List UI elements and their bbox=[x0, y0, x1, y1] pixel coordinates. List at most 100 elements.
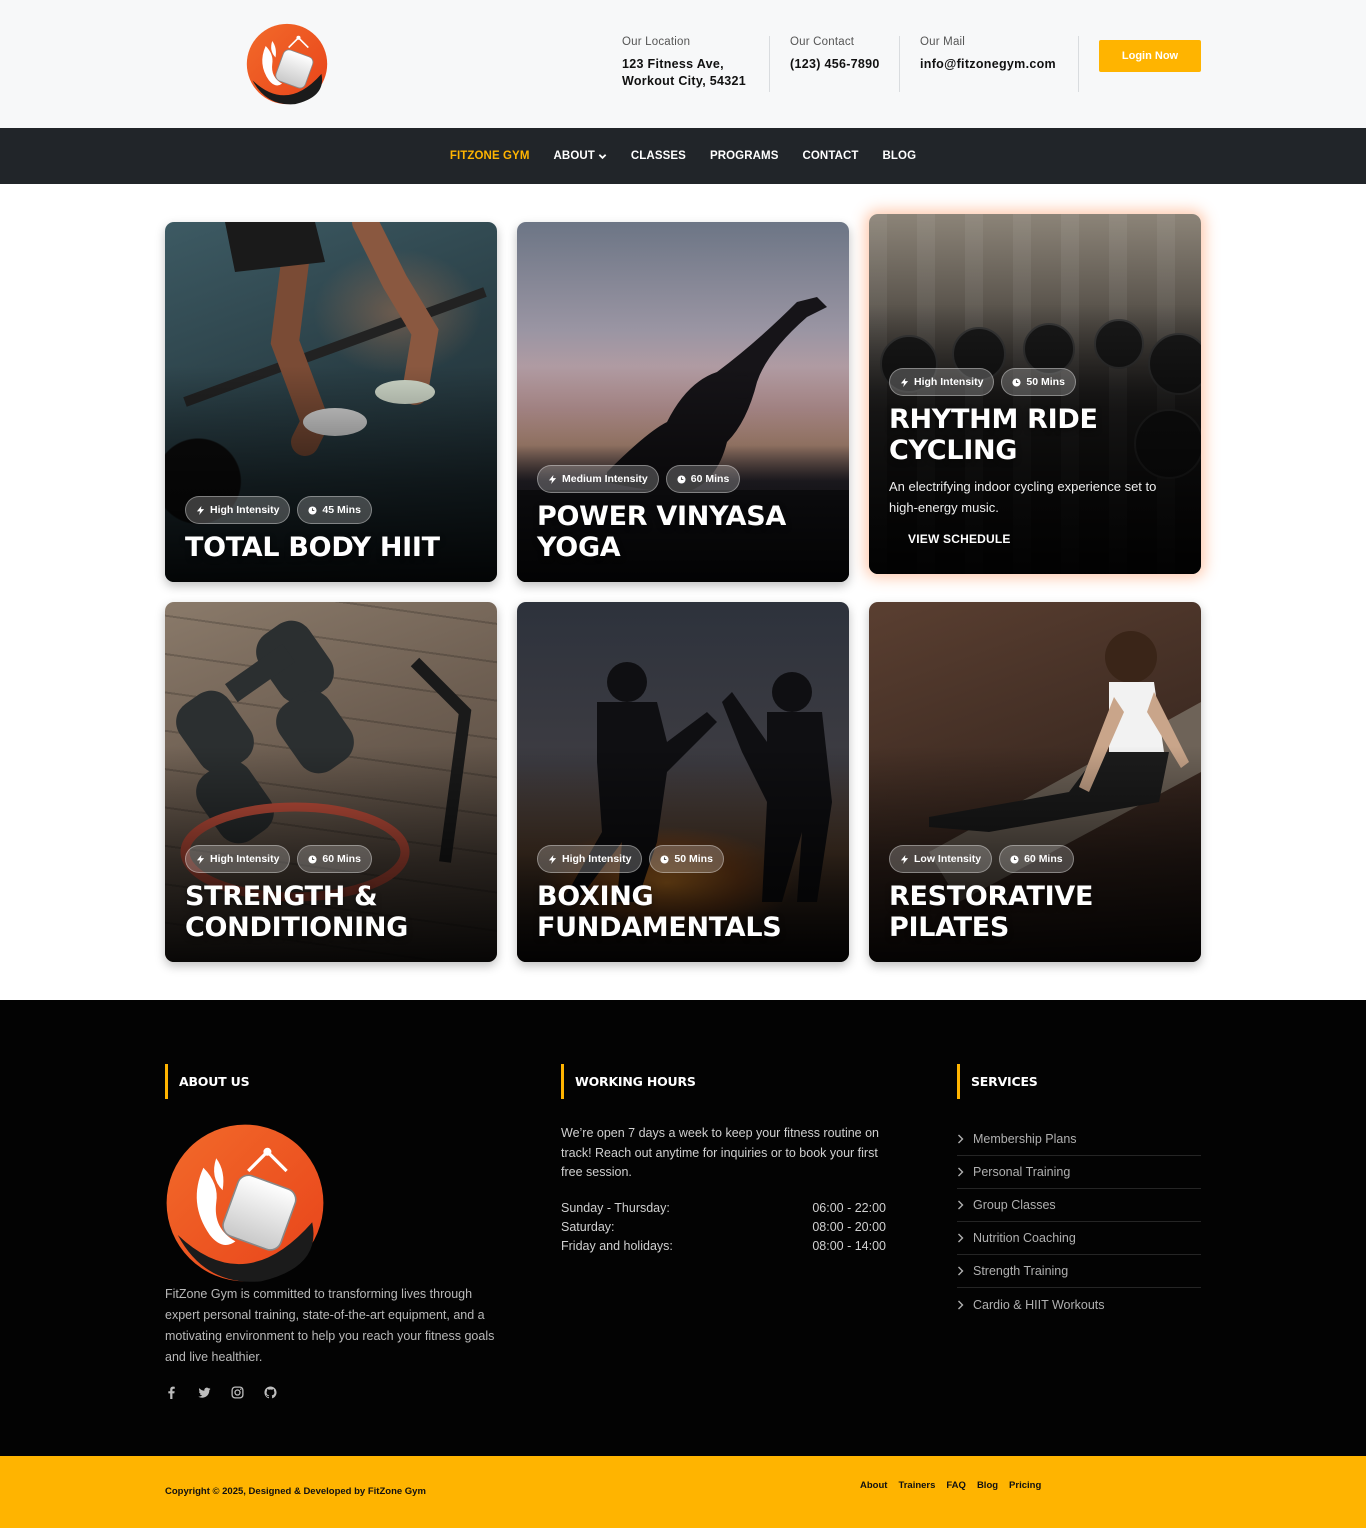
class-card-power-vinyasa-yoga[interactable]: Medium Intensity 60 Mins POWER VINYASA Y… bbox=[517, 222, 849, 582]
hours-row: Saturday: 08:00 - 20:00 bbox=[561, 1220, 886, 1234]
clock-icon bbox=[1010, 854, 1019, 864]
login-button[interactable]: Login Now bbox=[1099, 40, 1201, 72]
chevron-right-icon bbox=[958, 1200, 964, 1210]
service-label: Strength Training bbox=[973, 1264, 1069, 1278]
copyright-text: Copyright © 2025, Designed & Developed b… bbox=[165, 1486, 426, 1497]
service-link-membership-plans[interactable]: Membership Plans bbox=[957, 1123, 1201, 1156]
intensity-label: Medium Intensity bbox=[562, 473, 648, 485]
chevron-right-icon bbox=[958, 1266, 964, 1276]
card-tags: High Intensity 60 Mins bbox=[185, 845, 477, 873]
facebook-icon[interactable] bbox=[165, 1386, 178, 1399]
nav-item-about[interactable]: ABOUT bbox=[542, 150, 619, 162]
hours-time: 08:00 - 14:00 bbox=[812, 1239, 886, 1253]
about-us-text: FitZone Gym is committed to transforming… bbox=[165, 1287, 495, 1364]
duration-label: 60 Mins bbox=[1024, 853, 1063, 865]
nav-item-blog[interactable]: BLOG bbox=[871, 150, 929, 162]
mail-label: Our Mail bbox=[920, 36, 966, 48]
service-label: Group Classes bbox=[973, 1198, 1056, 1212]
chevron-right-icon bbox=[958, 1134, 964, 1144]
view-schedule-link[interactable]: VIEW SCHEDULE bbox=[908, 532, 1011, 546]
class-card-strength-conditioning[interactable]: High Intensity 60 Mins STRENGTH & CONDIT… bbox=[165, 602, 497, 962]
top-header: Our Location 123 Fitness Ave, Workout Ci… bbox=[0, 0, 1366, 128]
location-value: 123 Fitness Ave, Workout City, 54321 bbox=[622, 56, 746, 90]
location-line-1: 123 Fitness Ave, bbox=[622, 57, 724, 71]
intensity-label: High Intensity bbox=[210, 853, 280, 865]
nav-item-label: CONTACT bbox=[802, 150, 859, 162]
card-content: High Intensity 50 Mins BOXING FUNDAMENTA… bbox=[537, 845, 829, 943]
bottom-link-blog[interactable]: Blog bbox=[977, 1480, 998, 1491]
duration-label: 60 Mins bbox=[690, 473, 730, 485]
copyright-bar: Copyright © 2025, Designed & Developed b… bbox=[0, 1456, 1366, 1528]
chevron-right-icon bbox=[958, 1233, 964, 1243]
services-list: Membership Plans Personal Training Group… bbox=[957, 1123, 1201, 1321]
nav-item-fitzone-gym[interactable]: FITZONE GYM bbox=[438, 150, 542, 162]
location-info: Our Location 123 Fitness Ave, Workout Ci… bbox=[622, 36, 746, 92]
service-link-personal-training[interactable]: Personal Training bbox=[957, 1156, 1201, 1189]
intensity-label: Low Intensity bbox=[914, 853, 982, 865]
card-title: RHYTHM RIDE CYCLING bbox=[889, 404, 1098, 466]
twitter-icon[interactable] bbox=[198, 1386, 211, 1399]
bottom-link-faq[interactable]: FAQ bbox=[946, 1480, 966, 1491]
nav-item-label: FITZONE GYM bbox=[449, 150, 530, 162]
card-title: BOXING FUNDAMENTALS bbox=[537, 881, 782, 943]
bolt-icon bbox=[196, 854, 205, 864]
contact-label: Our Contact bbox=[790, 36, 855, 48]
intensity-badge: Low Intensity bbox=[889, 845, 993, 873]
class-card-total-body-hiit[interactable]: High Intensity 45 Mins TOTAL BODY HIIT bbox=[165, 222, 497, 582]
duration-badge: 50 Mins bbox=[1001, 368, 1076, 396]
service-link-nutrition-coaching[interactable]: Nutrition Coaching bbox=[957, 1222, 1201, 1255]
service-link-group-classes[interactable]: Group Classes bbox=[957, 1189, 1201, 1222]
card-title: TOTAL BODY HIIT bbox=[185, 532, 440, 563]
fitzone-logo-icon[interactable] bbox=[246, 23, 328, 105]
duration-badge: 50 Mins bbox=[649, 845, 724, 873]
intensity-label: High Intensity bbox=[914, 376, 984, 388]
duration-badge: 60 Mins bbox=[665, 465, 741, 493]
services-heading: SERVICES bbox=[957, 1064, 1038, 1099]
header-divider bbox=[1078, 36, 1079, 92]
nav-list: FITZONE GYM ABOUT CLASSES PROGRAMS CONTA… bbox=[0, 128, 1366, 184]
bolt-icon bbox=[196, 505, 205, 515]
site-footer: ABOUT US FitZone Gym is committed to tra… bbox=[0, 1000, 1366, 1456]
class-card-boxing-fundamentals[interactable]: High Intensity 50 Mins BOXING FUNDAMENTA… bbox=[517, 602, 849, 962]
github-icon[interactable] bbox=[264, 1386, 277, 1399]
contact-info: Our Contact (123) 456-7890 bbox=[790, 36, 880, 92]
service-link-cardio-hiit[interactable]: Cardio & HIIT Workouts bbox=[957, 1288, 1201, 1321]
contact-value[interactable]: (123) 456-7890 bbox=[790, 56, 880, 73]
nav-item-label: CLASSES bbox=[630, 150, 686, 162]
card-tags: High Intensity 45 Mins bbox=[185, 496, 477, 524]
bolt-icon bbox=[900, 854, 909, 864]
instagram-icon[interactable] bbox=[231, 1386, 244, 1399]
nav-item-classes[interactable]: CLASSES bbox=[619, 150, 698, 162]
nav-item-label: PROGRAMS bbox=[709, 150, 779, 162]
class-card-restorative-pilates[interactable]: Low Intensity 60 Mins RESTORATIVE PILATE… bbox=[869, 602, 1201, 962]
service-label: Membership Plans bbox=[973, 1132, 1077, 1146]
bottom-links: About Trainers FAQ Blog Pricing bbox=[860, 1480, 1041, 1491]
service-link-strength-training[interactable]: Strength Training bbox=[957, 1255, 1201, 1288]
class-card-rhythm-ride-cycling[interactable]: High Intensity 50 Mins RHYTHM RIDE CYCLI… bbox=[869, 214, 1201, 574]
card-description: An electrifying indoor cycling experienc… bbox=[889, 479, 1157, 515]
card-tags: High Intensity 50 Mins bbox=[537, 845, 829, 873]
nav-item-programs[interactable]: PROGRAMS bbox=[698, 150, 791, 162]
card-content: Medium Intensity 60 Mins POWER VINYASA Y… bbox=[537, 465, 829, 563]
card-content: High Intensity 60 Mins STRENGTH & CONDIT… bbox=[185, 845, 477, 943]
bottom-link-trainers[interactable]: Trainers bbox=[898, 1480, 935, 1491]
duration-label: 45 Mins bbox=[322, 504, 361, 516]
mail-info: Our Mail info@fitzonegym.com bbox=[920, 36, 1056, 92]
bolt-icon bbox=[548, 474, 557, 484]
hours-time: 08:00 - 20:00 bbox=[812, 1220, 886, 1234]
header-divider bbox=[899, 36, 900, 92]
card-title: RESTORATIVE PILATES bbox=[889, 881, 1094, 943]
intensity-label: High Intensity bbox=[210, 504, 280, 516]
card-tags: High Intensity 50 Mins bbox=[889, 368, 1181, 396]
nav-item-contact[interactable]: CONTACT bbox=[790, 150, 870, 162]
hours-time: 06:00 - 22:00 bbox=[812, 1201, 886, 1215]
mail-value[interactable]: info@fitzonegym.com bbox=[920, 56, 1056, 73]
service-label: Personal Training bbox=[973, 1165, 1071, 1179]
bottom-link-pricing[interactable]: Pricing bbox=[1009, 1480, 1041, 1491]
bottom-link-about[interactable]: About bbox=[860, 1480, 887, 1491]
duration-badge: 60 Mins bbox=[297, 845, 372, 873]
intensity-badge: High Intensity bbox=[537, 845, 643, 873]
main-nav: FITZONE GYM ABOUT CLASSES PROGRAMS CONTA… bbox=[0, 128, 1366, 184]
about-us-heading: ABOUT US bbox=[165, 1064, 250, 1099]
fitzone-logo-icon[interactable] bbox=[165, 1123, 325, 1283]
